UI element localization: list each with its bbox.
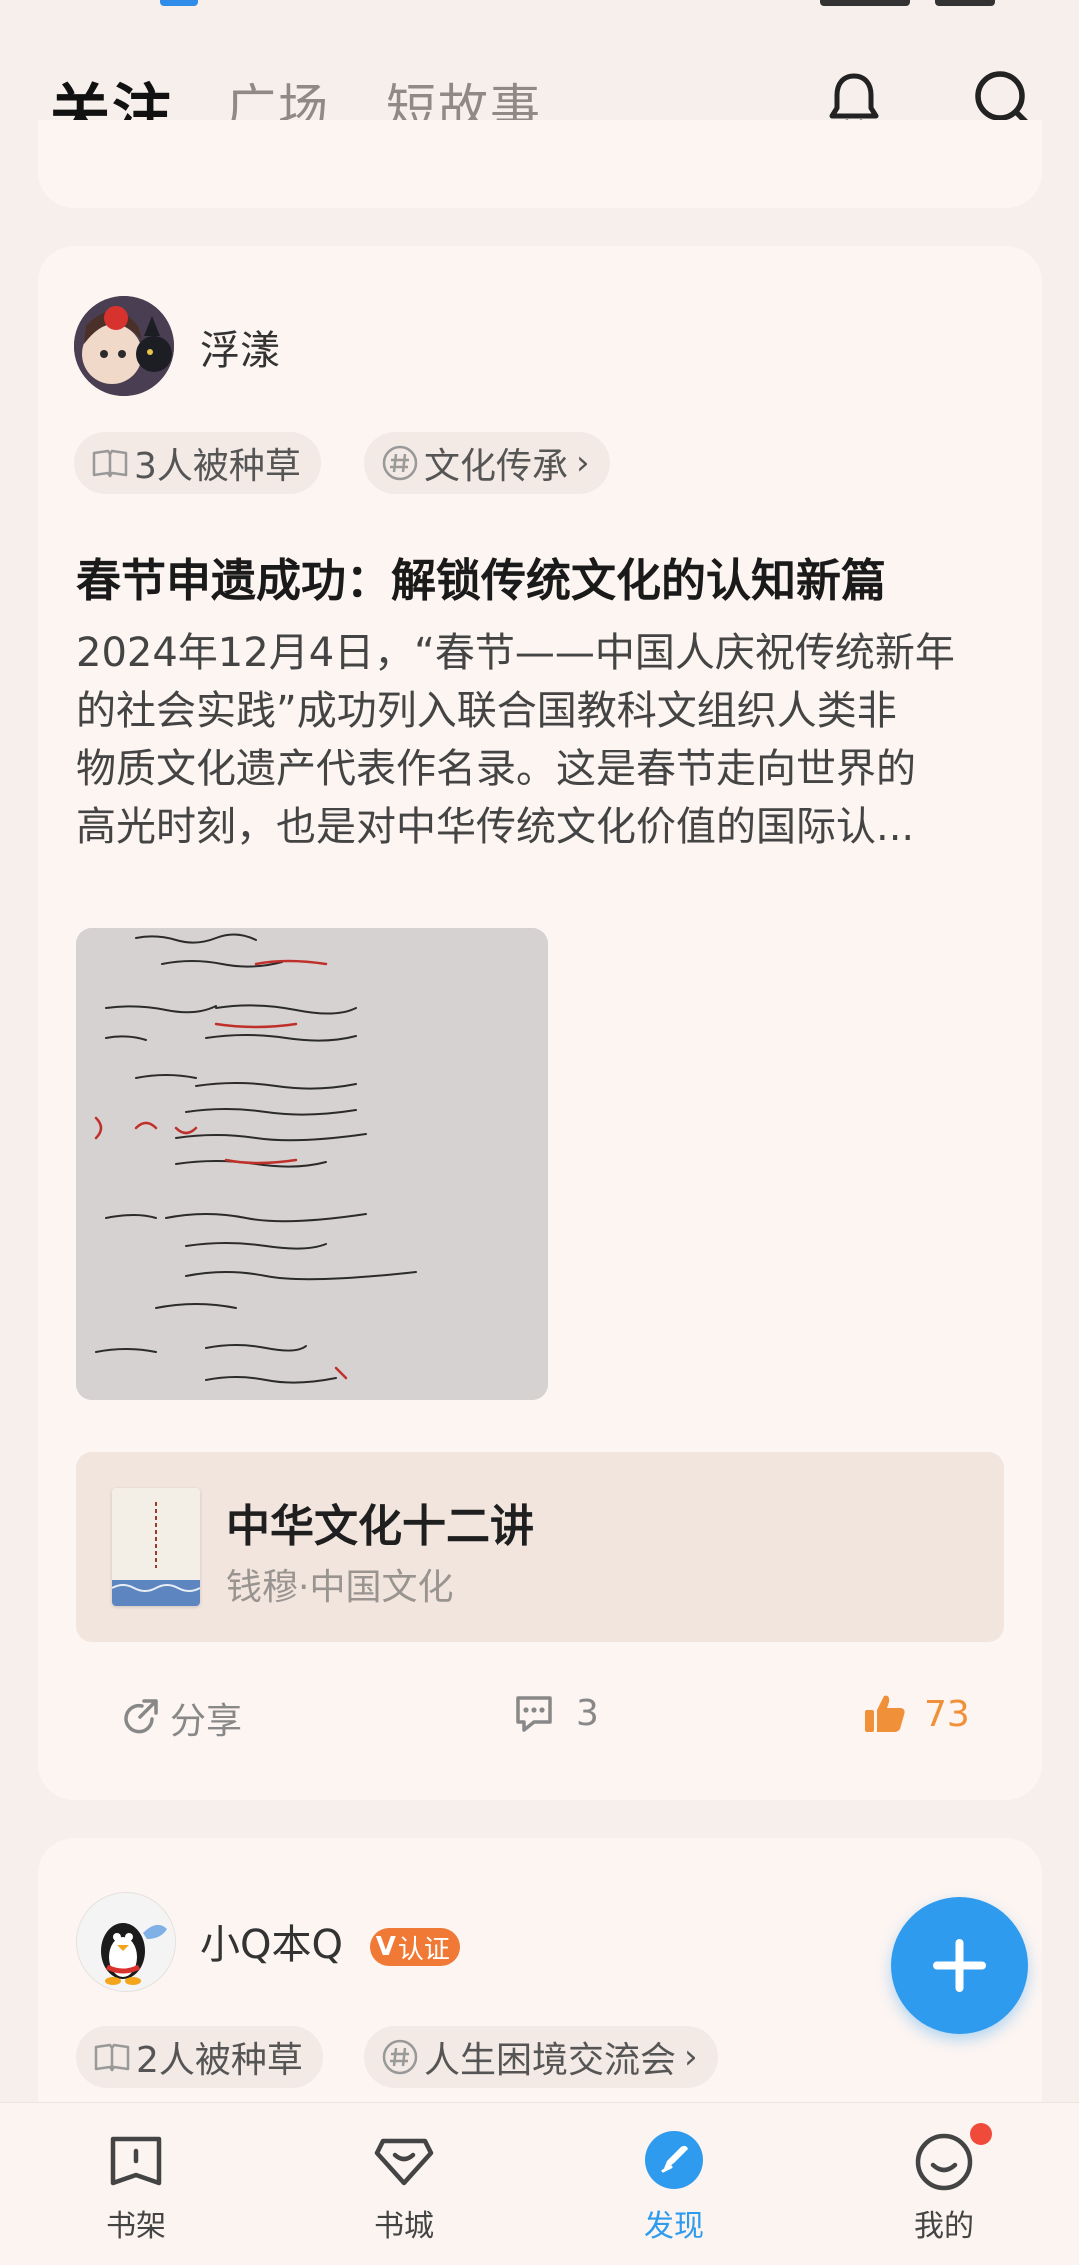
seeded-count-pill[interactable]: 3人被种草: [74, 432, 321, 494]
comment-icon: [516, 1696, 552, 1732]
nav-discover[interactable]: 发现: [594, 2127, 754, 2245]
post-body[interactable]: 2024年12月4日，“春节——中国人庆祝传统新年 的社会实践”成功列入联合国教…: [76, 624, 1016, 856]
post-body-line: 2024年12月4日，“春节——中国人庆祝传统新年: [76, 630, 955, 676]
open-book-icon: [94, 2043, 130, 2072]
nav-bookshelf[interactable]: 书架: [56, 2127, 216, 2245]
topic-pill[interactable]: 文化传承 ›: [364, 432, 610, 494]
topic-label: 文化传承: [424, 446, 569, 487]
post-body-line: 的社会实践”成功列入联合国教科文组织人类非: [76, 688, 897, 734]
bookstore-icon: [374, 2138, 434, 2186]
like-count: 73: [924, 1693, 970, 1735]
nav-profile[interactable]: 我的: [864, 2123, 1024, 2245]
avatar[interactable]: [76, 1892, 176, 1992]
thumbs-up-icon: [865, 1695, 905, 1732]
plus-icon: [933, 1939, 986, 1992]
seeded-count-label: 3人被种草: [134, 446, 301, 487]
previous-post-card: [38, 120, 1042, 208]
verified-label: 认证: [397, 1934, 450, 1965]
comment-button[interactable]: 3: [512, 1692, 599, 1734]
hashtag-icon: [382, 445, 418, 481]
verified-badge: V 认证: [369, 1928, 460, 1966]
nav-label: 我的: [914, 2209, 974, 2244]
post-image[interactable]: [76, 928, 548, 1400]
open-book-icon: [92, 449, 128, 478]
hashtag-icon: [382, 2039, 418, 2075]
v-mark-icon: V: [375, 1932, 396, 1962]
bottom-nav: 书架 书城 发现 我的: [0, 2102, 1079, 2265]
nav-label: 书架: [106, 2209, 166, 2244]
nav-label: 书城: [374, 2209, 434, 2244]
share-button[interactable]: 分享: [120, 1692, 242, 1744]
seeded-count-label: 2人被种草: [136, 2040, 303, 2081]
create-post-button[interactable]: [891, 1897, 1028, 2034]
status-bar: [0, 0, 1079, 14]
next-post-user[interactable]: 小Q本Q V 认证: [200, 1912, 460, 1970]
post-body-line: 高光时刻，也是对中华传统文化价值的国际认...: [76, 804, 915, 850]
profile-icon: [915, 2133, 973, 2191]
chevron-right-icon: ›: [576, 443, 590, 483]
share-label: 分享: [170, 1701, 243, 1742]
username[interactable]: 小Q本Q: [200, 1922, 343, 1968]
seeded-count-pill[interactable]: 2人被种草: [76, 2026, 323, 2088]
share-icon: [124, 1699, 158, 1734]
username[interactable]: 浮漾: [200, 318, 280, 376]
post-card[interactable]: 浮漾 3人被种草 文化传承 › 春节申遗成功：解锁传统文化的认知新篇 2024年…: [38, 246, 1042, 1800]
notification-badge: [970, 2123, 992, 2145]
nav-bookstore[interactable]: 书城: [324, 2127, 484, 2245]
bookshelf-icon: [110, 2136, 162, 2186]
avatar[interactable]: [74, 296, 174, 396]
discover-icon: [645, 2131, 703, 2189]
book-title[interactable]: 中华文化十二讲: [226, 1490, 534, 1554]
book-meta: 钱穆·中国文化: [226, 1567, 454, 1608]
book-cover[interactable]: [112, 1488, 200, 1606]
like-button[interactable]: 73: [862, 1692, 970, 1736]
comment-count: 3: [576, 1692, 599, 1734]
chevron-right-icon: ›: [684, 2037, 698, 2077]
book-card[interactable]: 中华文化十二讲 钱穆·中国文化: [76, 1452, 1004, 1642]
topic-label: 人生困境交流会: [424, 2040, 677, 2081]
nav-label: 发现: [644, 2209, 704, 2244]
post-body-line: 物质文化遗产代表作名录。这是春节走向世界的: [76, 746, 916, 792]
topic-pill[interactable]: 人生困境交流会 ›: [364, 2026, 718, 2088]
post-title[interactable]: 春节申遗成功：解锁传统文化的认知新篇: [76, 544, 1016, 609]
